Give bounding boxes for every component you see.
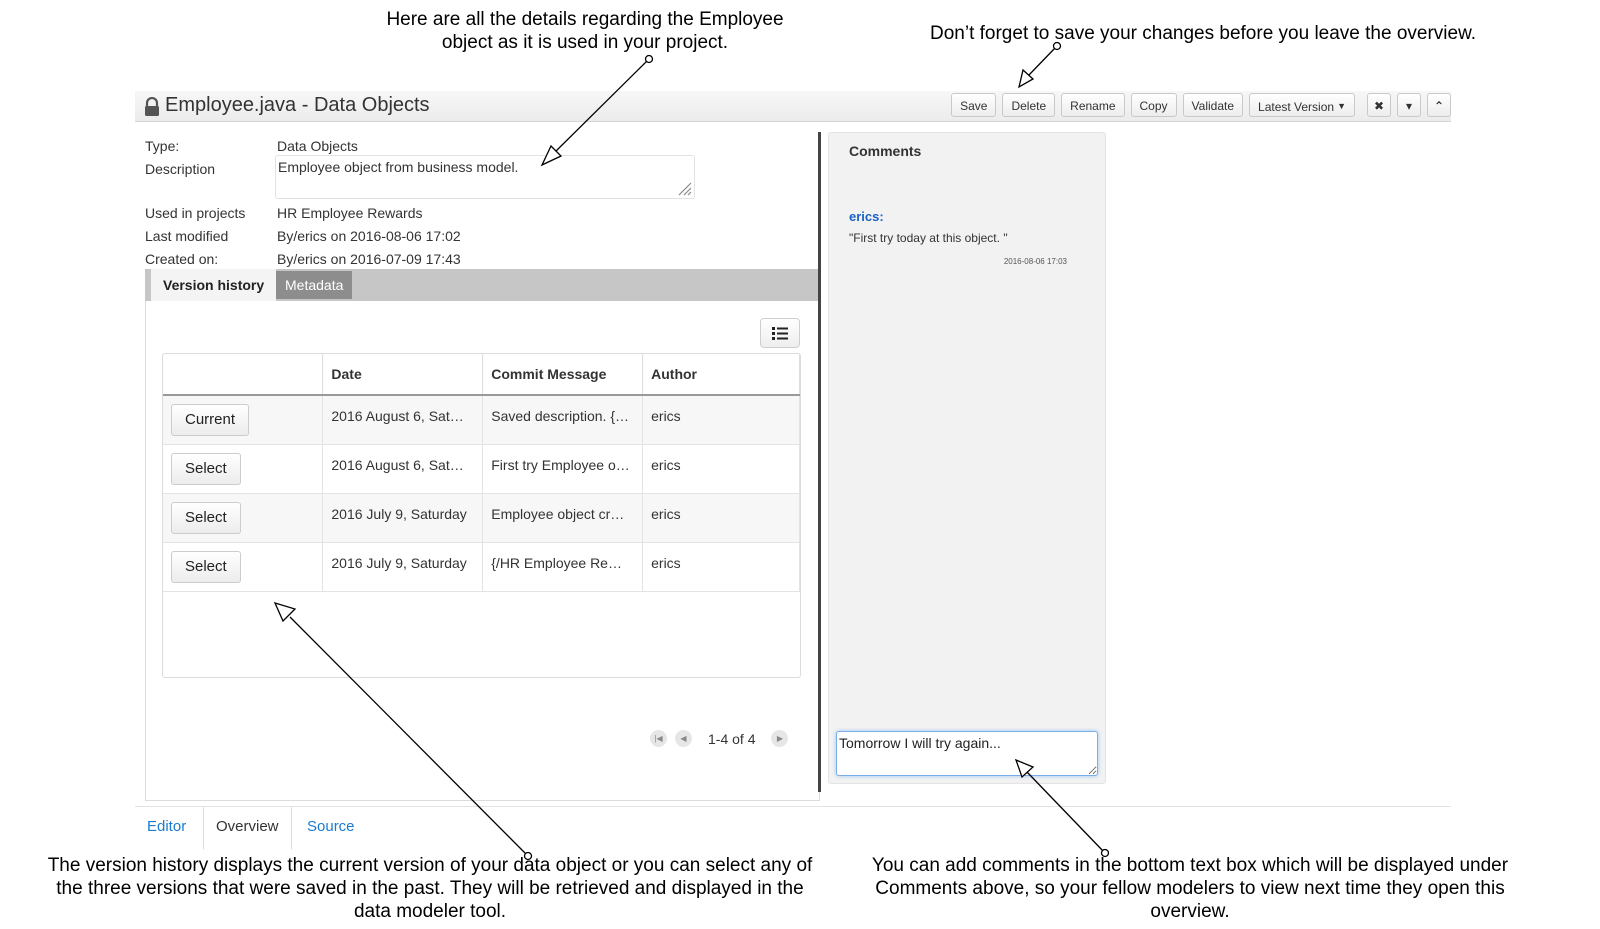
date-cell: 2016 July 9, Saturday (322, 542, 484, 592)
created-on-label: Created on: (145, 251, 219, 267)
rename-button[interactable]: Rename (1061, 93, 1125, 117)
column-header-author[interactable]: Author (642, 354, 800, 396)
annotation-bottom-right: You can add comments in the bottom text … (871, 855, 1509, 922)
description-label: Description (145, 161, 216, 177)
comments-title: Comments (849, 143, 922, 159)
annotation-top-left: Here are all the details regarding the E… (386, 9, 784, 53)
table-header-row: Date Commit Message Author (163, 354, 800, 396)
toolbar: Save Delete Rename Copy Validate Latest … (951, 93, 1451, 117)
table-row: Select 2016 August 6, Sat… First try Emp… (163, 444, 800, 494)
author-cell: erics (642, 493, 800, 543)
page-title: Employee.java - Data Objects (165, 94, 430, 116)
column-header-actions (163, 354, 324, 396)
last-modified-value: By/erics on 2016-08-06 17:02 (277, 228, 461, 244)
commit-message-cell: Employee object cr… (482, 493, 644, 543)
commit-message-cell: {/HR Employee Re… (482, 542, 644, 592)
row-action-cell: Select (163, 444, 324, 494)
save-button[interactable]: Save (951, 93, 997, 117)
latest-version-label: Latest Version (1258, 100, 1335, 114)
author-cell: erics (642, 395, 800, 445)
commit-message-cell: First try Employee o… (482, 444, 644, 494)
author-cell: erics (642, 444, 800, 494)
date-cell: 2016 August 6, Sat… (322, 395, 484, 445)
select-button[interactable]: Select (171, 550, 241, 583)
comment-text: "First try today at this object. " (849, 231, 1008, 245)
column-list-button[interactable] (760, 318, 800, 348)
row-action-cell: Select (163, 493, 324, 543)
column-header-commit-message[interactable]: Commit Message (482, 354, 644, 396)
comment-date: 2016-08-06 17:03 (1003, 257, 1067, 266)
description-value: Employee object from business model. (278, 159, 519, 175)
editor-header: Employee.java - Data Objects Save Delete… (135, 91, 1451, 122)
latest-version-dropdown[interactable]: Latest Version ▼ (1249, 93, 1355, 117)
pager-range: 1-4 of 4 (708, 730, 756, 747)
comments-panel: Comments erics: "First try today at this… (828, 132, 1106, 784)
tab-source[interactable]: Source (295, 807, 367, 849)
table-row: Select 2016 July 9, Saturday Employee ob… (163, 493, 800, 543)
caret-down-icon: ▼ (1337, 101, 1346, 111)
pager: |◀ ◀ 1-4 of 4 ▶ (650, 730, 789, 747)
description-field[interactable]: Employee object from business model. (275, 155, 695, 199)
last-modified-label: Last modified (145, 228, 229, 244)
delete-button[interactable]: Delete (1002, 93, 1056, 117)
resize-grip-icon[interactable] (678, 182, 692, 196)
tab-overview[interactable]: Overview (203, 807, 292, 850)
validate-button[interactable]: Validate (1182, 93, 1244, 117)
panel-divider[interactable] (818, 132, 821, 792)
next-page-icon[interactable]: ▶ (771, 730, 789, 747)
row-action-cell: Current (163, 395, 324, 445)
commit-message-cell: Saved description. {… (482, 395, 644, 445)
comment-author: erics: (849, 209, 884, 224)
type-label: Type: (145, 138, 180, 154)
annotation-bottom-left: The version history displays the current… (47, 855, 813, 922)
current-button[interactable]: Current (171, 404, 250, 436)
type-value: Data Objects (277, 138, 358, 154)
annotation-top-right: Don’t forget to save your changes before… (930, 23, 1477, 44)
date-cell: 2016 August 6, Sat… (322, 444, 484, 494)
table-row: Select 2016 July 9, Saturday {/HR Employ… (163, 542, 800, 592)
select-button[interactable]: Select (171, 452, 241, 485)
version-history-table: Date Commit Message Author Current 2016 … (163, 354, 800, 592)
column-header-date[interactable]: Date (322, 354, 484, 396)
close-icon[interactable]: ✖ (1367, 93, 1391, 117)
copy-button[interactable]: Copy (1130, 93, 1177, 117)
tab-metadata[interactable]: Metadata (276, 271, 353, 299)
author-cell: erics (642, 542, 800, 592)
prev-page-icon[interactable]: ◀ (675, 730, 692, 747)
used-in-projects-value: HR Employee Rewards (277, 205, 423, 221)
select-button[interactable]: Select (171, 501, 241, 534)
detail-tabs: Version history Metadata (145, 269, 820, 301)
used-in-projects-label: Used in projects (145, 205, 246, 221)
date-cell: 2016 July 9, Saturday (322, 493, 484, 543)
chevron-up-icon[interactable]: ⌃ (1427, 93, 1451, 117)
tab-version-history[interactable]: Version history (151, 269, 277, 301)
tab-editor[interactable]: Editor (135, 807, 198, 849)
arrow-to-save (1018, 41, 1062, 89)
row-action-cell: Select (163, 542, 324, 592)
created-on-value: By/erics on 2016-07-09 17:43 (277, 251, 461, 267)
lock-icon (145, 97, 159, 116)
comment-input[interactable] (836, 731, 1098, 776)
editor-view-tabs: Editor Overview Source (135, 806, 1451, 851)
table-row: Current 2016 August 6, Sat… Saved descri… (163, 395, 800, 445)
list-icon (772, 327, 788, 340)
first-page-icon[interactable]: |◀ (650, 730, 667, 747)
chevron-down-icon[interactable]: ▾ (1397, 93, 1421, 117)
